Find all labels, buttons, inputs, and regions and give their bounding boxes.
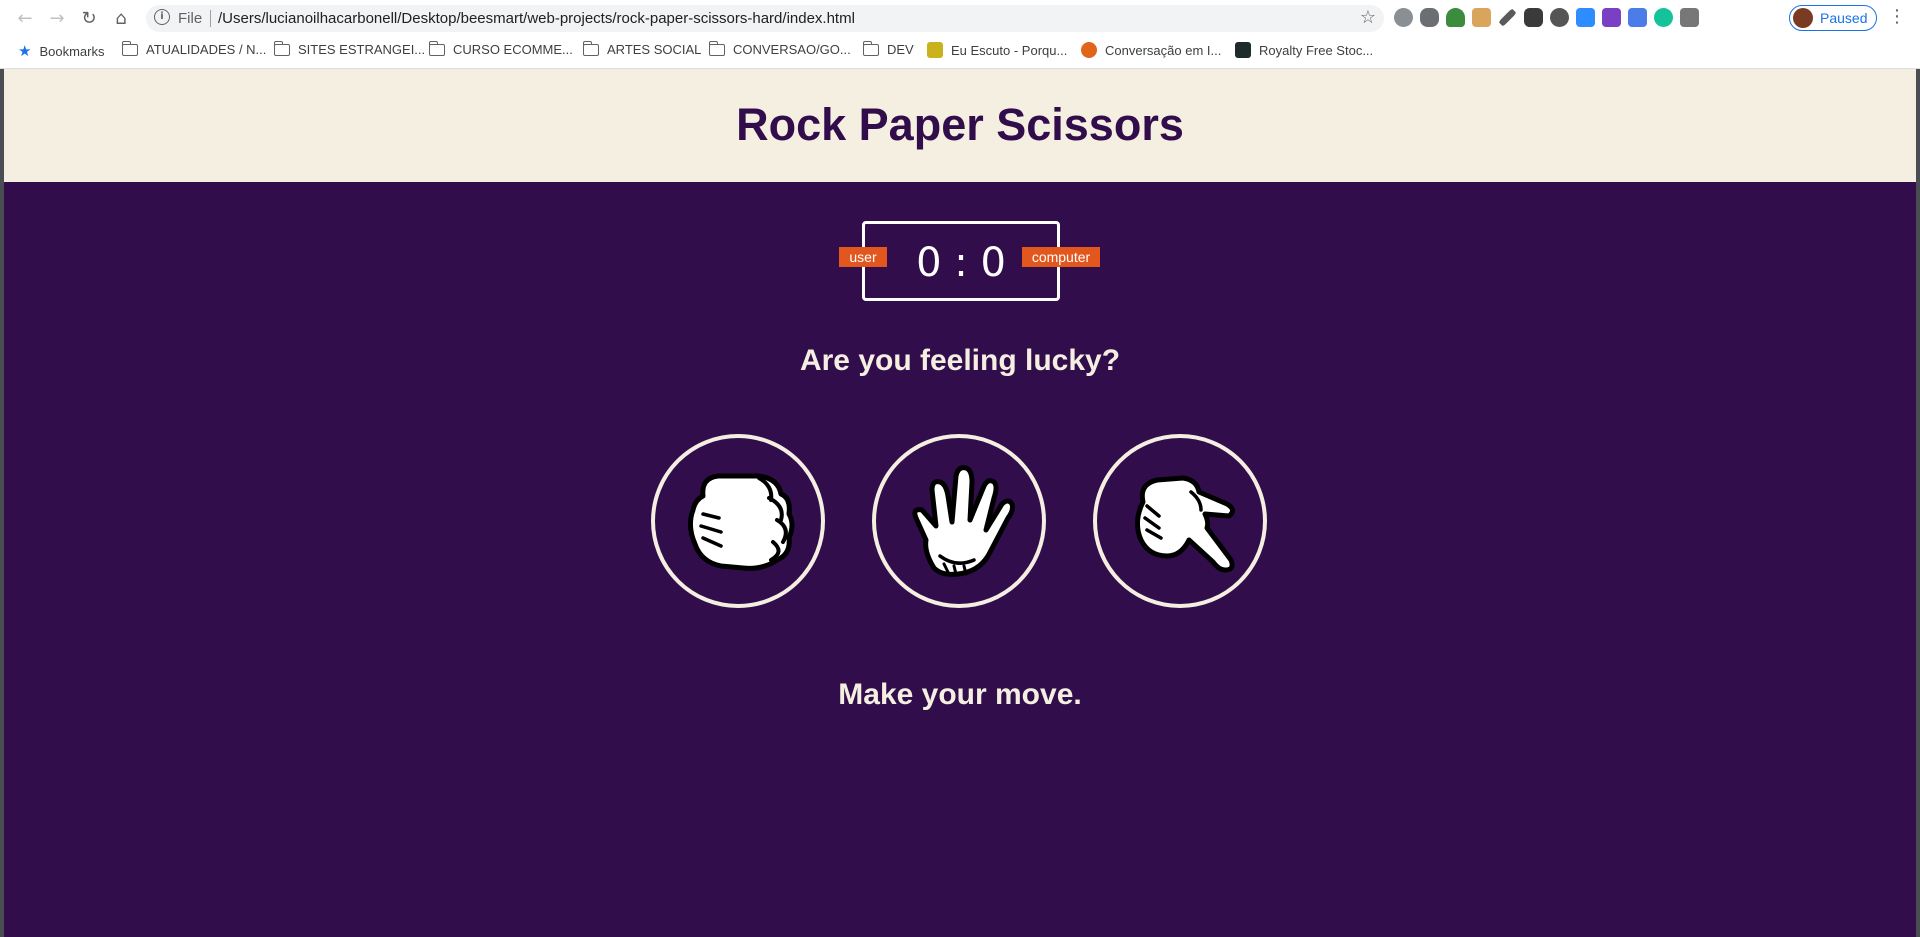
rock-choice-button[interactable] (651, 434, 825, 608)
home-icon[interactable]: ⌂ (109, 6, 133, 30)
computer-score: 0 (980, 240, 1006, 286)
rock-hand-icon (687, 473, 795, 571)
url-separator (210, 10, 211, 27)
bookmark-label: Royalty Free Stoc... (1259, 42, 1374, 58)
bookmark-folder-sites-estrangeiros[interactable]: SITES ESTRANGEI... (273, 40, 426, 57)
bookmark-label: CURSO ECOMME... (453, 42, 573, 57)
bookmark-folder-atualidades[interactable]: ATUALIDADES / N... (121, 40, 267, 57)
zoom-icon[interactable] (1576, 8, 1595, 27)
folder-icon (428, 40, 445, 56)
forward-icon[interactable]: → (45, 6, 69, 30)
extension-1-icon[interactable] (1394, 8, 1413, 27)
extension-7-icon[interactable] (1550, 8, 1569, 27)
profile-button[interactable]: Paused (1789, 5, 1877, 31)
site-info-icon[interactable]: i (154, 9, 170, 25)
extension-6-icon[interactable] (1524, 8, 1543, 27)
bookmark-label: Bookmarks (39, 43, 105, 59)
url-text[interactable]: /Users/lucianoilhacarbonell/Desktop/bees… (218, 10, 855, 27)
page-header: Rock Paper Scissors (4, 69, 1916, 182)
royalty-free-favicon-icon (1235, 42, 1251, 58)
user-badge: user (839, 247, 887, 267)
scissors-hand-icon (1135, 475, 1235, 573)
bookmark-label: DEV (887, 42, 914, 57)
user-score: 0 (916, 240, 942, 286)
bookmark-folder-conversao[interactable]: CONVERSAO/GO... (708, 40, 851, 57)
bookmark-conversacao[interactable]: Conversação em I... (1081, 42, 1221, 58)
bookmark-label: ATUALIDADES / N... (146, 42, 267, 57)
scissors-choice-button[interactable] (1093, 434, 1267, 608)
folder-icon (121, 40, 138, 56)
extension-12-icon[interactable] (1680, 8, 1699, 27)
lucky-question: Are you feeling lucky? (799, 344, 1121, 377)
eu-escuto-favicon-icon (927, 42, 943, 58)
reload-icon[interactable]: ↻ (77, 6, 101, 30)
paper-choice-button[interactable] (872, 434, 1046, 608)
extensions-area (1394, 8, 1699, 27)
folder-icon (582, 40, 599, 56)
browser-toolbar: ← → ↻ ⌂ i File /Users/lucianoilhacarbone… (0, 0, 1920, 36)
bookmark-label: SITES ESTRANGEI... (298, 42, 426, 57)
extension-3-icon[interactable] (1446, 8, 1465, 27)
avatar (1793, 8, 1813, 28)
more-menu-icon[interactable]: ⋮ (1888, 6, 1906, 27)
bookmark-eu-escuto[interactable]: Eu Escuto - Porqu... (927, 42, 1067, 58)
bookmark-star-icon[interactable]: ☆ (1360, 7, 1376, 28)
page-title: Rock Paper Scissors (736, 99, 1184, 150)
game-message: Make your move. (838, 678, 1082, 711)
eyedropper-icon[interactable] (1498, 8, 1517, 27)
conversacao-favicon-icon (1081, 42, 1097, 58)
translate-icon[interactable] (1628, 8, 1647, 27)
extension-4-icon[interactable] (1472, 8, 1491, 27)
bookmark-folder-artes-social[interactable]: ARTES SOCIAL (582, 40, 702, 57)
extension-9-icon[interactable] (1602, 8, 1621, 27)
computer-badge: computer (1022, 247, 1100, 267)
back-icon[interactable]: ← (13, 6, 37, 30)
bookmark-item-bookmarks[interactable]: ★ Bookmarks (18, 42, 104, 60)
paper-hand-icon (912, 465, 1015, 577)
address-bar[interactable]: i File /Users/lucianoilhacarbonell/Deskt… (146, 5, 1384, 32)
bookmark-label: Conversação em I... (1105, 42, 1222, 58)
folder-icon (862, 40, 879, 56)
grammarly-icon[interactable] (1654, 8, 1673, 27)
bookmark-royalty-free[interactable]: Royalty Free Stoc... (1235, 42, 1373, 58)
folder-icon (708, 40, 725, 56)
game-page: Rock Paper Scissors 0 : 0 user computer … (4, 69, 1916, 937)
bookmark-folder-curso-ecommerce[interactable]: CURSO ECOMME... (428, 40, 573, 57)
bookmark-folder-dev[interactable]: DEV (862, 40, 914, 57)
profile-status-label: Paused (1820, 10, 1868, 26)
url-scheme-label: File (178, 10, 203, 27)
bookmark-label: Eu Escuto - Porqu... (951, 42, 1068, 58)
bookmarks-bar: ★ Bookmarks ATUALIDADES / N... SITES EST… (0, 36, 1920, 69)
extension-2-icon[interactable] (1420, 8, 1439, 27)
bookmark-label: CONVERSAO/GO... (733, 42, 851, 57)
folder-icon (273, 40, 290, 56)
star-icon: ★ (18, 42, 32, 60)
score-separator: : (954, 240, 968, 286)
bookmark-label: ARTES SOCIAL (607, 42, 702, 57)
